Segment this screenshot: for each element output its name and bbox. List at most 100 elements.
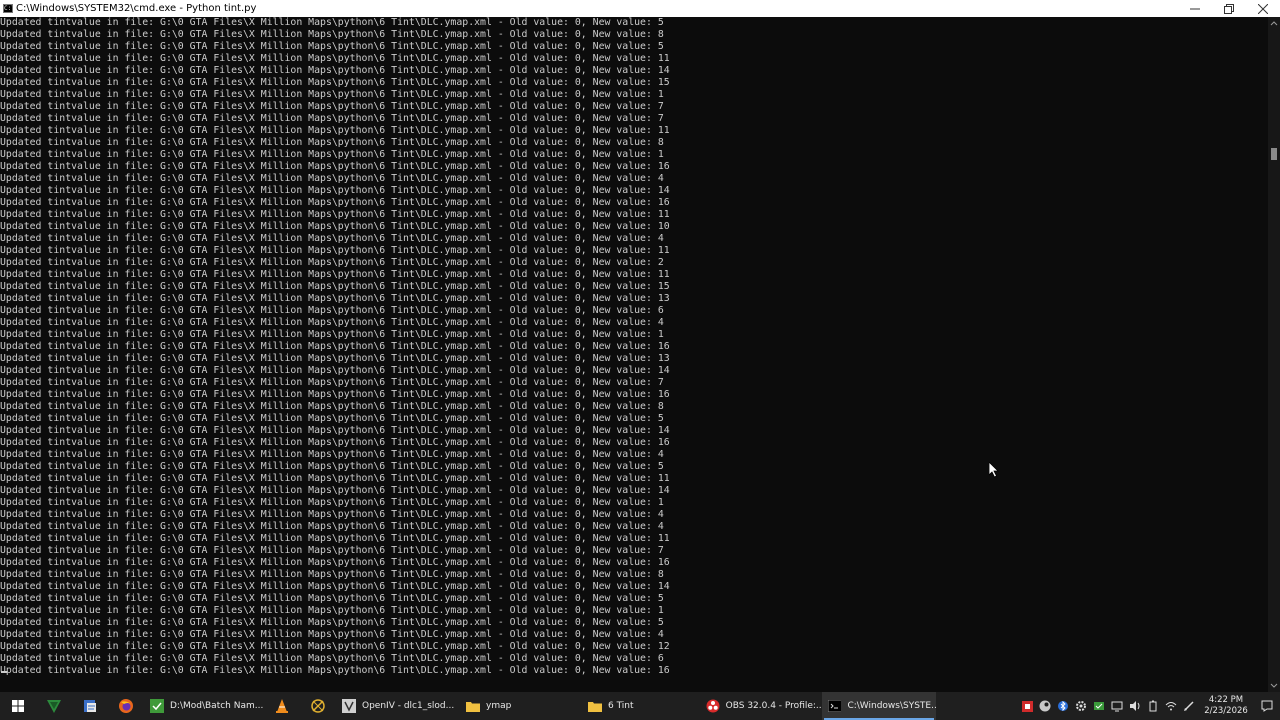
console-line: Updated tintvalue in file: G:\0 GTA File…: [0, 413, 664, 424]
notification-center-button[interactable]: [1254, 692, 1280, 720]
red-app-icon: [1021, 700, 1033, 712]
console-line: Updated tintvalue in file: G:\0 GTA File…: [0, 197, 670, 208]
obs-icon: [706, 699, 720, 713]
firefox-icon: [119, 699, 133, 713]
window-title-bar[interactable]: C:\ C:\Windows\SYSTEM32\cmd.exe - Python…: [0, 0, 1280, 17]
minimize-button[interactable]: [1178, 0, 1212, 17]
chevron-up-icon: [1270, 21, 1278, 26]
taskbar-app-ymap-folder[interactable]: ymap: [460, 692, 582, 720]
console-output[interactable]: Updated tintvalue in file: G:\0 GTA File…: [0, 17, 1268, 692]
console-line: Updated tintvalue in file: G:\0 GTA File…: [0, 497, 664, 508]
green-app-icon: [150, 699, 164, 713]
console-line: Updated tintvalue in file: G:\0 GTA File…: [0, 425, 670, 436]
minimize-icon: [1190, 8, 1200, 9]
console-line: Updated tintvalue in file: G:\0 GTA File…: [0, 257, 664, 268]
console-line: Updated tintvalue in file: G:\0 GTA File…: [0, 365, 670, 376]
monitor-icon: [1111, 701, 1123, 712]
console-line: Updated tintvalue in file: G:\0 GTA File…: [0, 329, 664, 340]
tray-volume[interactable]: [1126, 692, 1144, 720]
tray-network[interactable]: [1162, 692, 1180, 720]
start-button[interactable]: [0, 692, 36, 720]
console-line: Updated tintvalue in file: G:\0 GTA File…: [0, 209, 670, 220]
tool-icon: [311, 699, 325, 713]
tray-pen[interactable]: [1180, 692, 1198, 720]
console-line: Updated tintvalue in file: G:\0 GTA File…: [0, 149, 664, 160]
console-line: Updated tintvalue in file: G:\0 GTA File…: [0, 17, 664, 28]
console-line: Updated tintvalue in file: G:\0 GTA File…: [0, 317, 664, 328]
system-tray: 4:22 PM 2/23/2026: [1018, 692, 1280, 720]
folder-icon: [588, 702, 602, 712]
taskbar-app-label: D:\Mod\Batch Nam...: [170, 701, 264, 711]
console-line: Updated tintvalue in file: G:\0 GTA File…: [0, 473, 670, 484]
taskbar-app-batch-namer[interactable]: D:\Mod\Batch Nam...: [144, 692, 264, 720]
taskbar-firefox[interactable]: [108, 692, 144, 720]
console-line: Updated tintvalue in file: G:\0 GTA File…: [0, 281, 670, 292]
taskbar-vim[interactable]: [36, 692, 72, 720]
console-line: Updated tintvalue in file: G:\0 GTA File…: [0, 233, 664, 244]
console-line: Updated tintvalue in file: G:\0 GTA File…: [0, 605, 664, 616]
taskbar-app-6tint-folder[interactable]: 6 Tint: [582, 692, 700, 720]
maximize-button[interactable]: [1212, 0, 1246, 17]
taskbar-app-cmd[interactable]: C:\Windows\SYSTE...: [822, 692, 936, 720]
console-line: Updated tintvalue in file: G:\0 GTA File…: [0, 41, 664, 52]
cmd-window-icon[interactable]: C:\: [3, 4, 13, 13]
console-line: Updated tintvalue in file: G:\0 GTA File…: [0, 593, 664, 604]
console-line: Updated tintvalue in file: G:\0 GTA File…: [0, 341, 670, 352]
tray-app-1[interactable]: [1018, 692, 1036, 720]
scroll-down-button[interactable]: [1268, 680, 1280, 692]
tray-app-4[interactable]: [1108, 692, 1126, 720]
console-line: Updated tintvalue in file: G:\0 GTA File…: [0, 533, 670, 544]
console-line: Updated tintvalue in file: G:\0 GTA File…: [0, 293, 670, 304]
tray-battery[interactable]: [1144, 692, 1162, 720]
battery-icon: [1149, 700, 1157, 712]
taskbar-python-editor[interactable]: [72, 692, 108, 720]
console-scrollbar[interactable]: [1268, 17, 1280, 692]
openiv-icon: [342, 699, 356, 713]
scroll-thumb[interactable]: [1271, 148, 1277, 160]
wifi-icon: [1165, 702, 1177, 711]
taskbar-clock[interactable]: 4:22 PM 2/23/2026: [1198, 695, 1254, 717]
scroll-up-button[interactable]: [1268, 17, 1280, 29]
console-line: Updated tintvalue in file: G:\0 GTA File…: [0, 29, 664, 40]
console-line: Updated tintvalue in file: G:\0 GTA File…: [0, 461, 664, 472]
python-editor-icon: [84, 700, 96, 712]
close-button[interactable]: [1246, 0, 1280, 17]
tray-bluetooth[interactable]: [1054, 692, 1072, 720]
taskbar-app-label: OBS 32.0.4 - Profile:...: [725, 701, 822, 711]
taskbar-app-openiv[interactable]: OpenIV - dlc1_slod...: [336, 692, 460, 720]
vim-icon: [47, 700, 61, 713]
taskbar-tool[interactable]: [300, 692, 336, 720]
console-line: Updated tintvalue in file: G:\0 GTA File…: [0, 641, 670, 652]
console-line: Updated tintvalue in file: G:\0 GTA File…: [0, 557, 670, 568]
cmd-icon: [828, 700, 842, 712]
taskbar: D:\Mod\Batch Nam... OpenIV - dlc1_slod..…: [0, 692, 1280, 720]
chevron-down-icon: [1270, 683, 1278, 688]
tray-security[interactable]: [1090, 692, 1108, 720]
taskbar-app-obs[interactable]: OBS 32.0.4 - Profile:...: [700, 692, 822, 720]
tray-app-3[interactable]: [1072, 692, 1090, 720]
taskbar-app-label: OpenIV - dlc1_slod...: [362, 701, 455, 711]
text-cursor: [1, 671, 7, 673]
console-line: Updated tintvalue in file: G:\0 GTA File…: [0, 485, 670, 496]
console-line: Updated tintvalue in file: G:\0 GTA File…: [0, 65, 670, 76]
windows-start-icon: [12, 700, 24, 712]
console-line: Updated tintvalue in file: G:\0 GTA File…: [0, 629, 664, 640]
tray-app-2[interactable]: [1036, 692, 1054, 720]
console-line: Updated tintvalue in file: G:\0 GTA File…: [0, 617, 664, 628]
speaker-icon: [1130, 701, 1140, 711]
taskbar-vlc[interactable]: [264, 692, 300, 720]
console-line: Updated tintvalue in file: G:\0 GTA File…: [0, 89, 664, 100]
console-line: Updated tintvalue in file: G:\0 GTA File…: [0, 245, 670, 256]
bluetooth-icon: [1058, 700, 1068, 712]
console-line: Updated tintvalue in file: G:\0 GTA File…: [0, 77, 670, 88]
clock-date: 2/23/2026: [1204, 706, 1248, 716]
console-line: Updated tintvalue in file: G:\0 GTA File…: [0, 113, 664, 124]
close-icon: [1258, 3, 1268, 14]
console-line: Updated tintvalue in file: G:\0 GTA File…: [0, 545, 664, 556]
steam-icon: [1039, 700, 1051, 712]
console-line: Updated tintvalue in file: G:\0 GTA File…: [0, 305, 664, 316]
console-line: Updated tintvalue in file: G:\0 GTA File…: [0, 221, 670, 232]
mouse-pointer-icon: [989, 462, 999, 478]
console-line: Updated tintvalue in file: G:\0 GTA File…: [0, 569, 664, 580]
console-line: Updated tintvalue in file: G:\0 GTA File…: [0, 401, 664, 412]
